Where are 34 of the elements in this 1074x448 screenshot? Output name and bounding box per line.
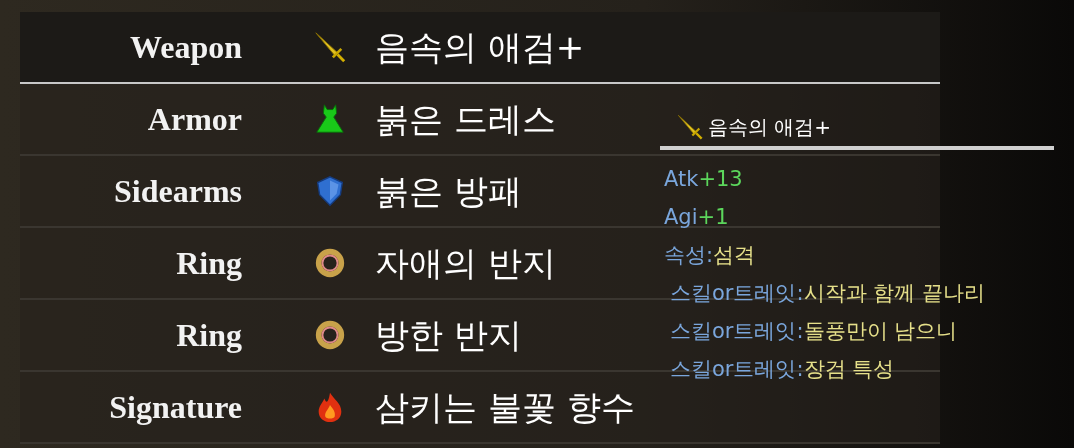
stat-value: +1 xyxy=(697,204,729,231)
stat-value: 장검 특성 xyxy=(803,356,895,383)
slot-label: Weapon xyxy=(128,28,242,67)
stat-value: 시작과 함께 끝나리 xyxy=(803,280,985,307)
item-name: 자애의 반지 xyxy=(375,241,556,285)
stat-value: 돌풍만이 남으니 xyxy=(803,318,958,345)
equipment-slot[interactable]: Ring 자애의 반지 xyxy=(20,228,650,298)
equipment-slot[interactable]: Sidearms 붉은 방패 xyxy=(20,156,650,226)
stat-name: Atk xyxy=(664,166,699,193)
stat-name: Agi xyxy=(664,204,698,231)
stat-name: 속성: xyxy=(664,242,714,269)
stat-name: 스킬or트레잇: xyxy=(670,356,804,383)
equipment-slot[interactable]: Armor 붉은 드레스 xyxy=(20,84,650,154)
tooltip-title: 음속의 애검+ xyxy=(708,114,832,141)
equipment-slot[interactable]: Ring 방한 반지 xyxy=(20,300,650,370)
slot-label: Ring xyxy=(175,316,242,355)
item-name: 음속의 애검+ xyxy=(375,25,585,69)
item-name: 삼키는 불꽃 향수 xyxy=(375,385,635,429)
ring-icon xyxy=(313,318,347,352)
slot-label: Signature xyxy=(108,388,242,427)
stat-value: +13 xyxy=(698,166,743,193)
stat-name: 스킬or트레잇: xyxy=(670,280,804,307)
sword-icon xyxy=(313,30,347,64)
slot-label: Ring xyxy=(175,244,242,283)
sword-icon xyxy=(676,113,704,141)
item-name: 방한 반지 xyxy=(375,313,522,357)
stat-value: 섬격 xyxy=(713,242,756,269)
ring-icon xyxy=(313,246,347,280)
stat-name: 스킬or트레잇: xyxy=(670,318,804,345)
dress-icon xyxy=(313,102,347,136)
item-name: 붉은 드레스 xyxy=(375,97,556,141)
item-name: 붉은 방패 xyxy=(375,169,522,213)
slot-label: Sidearms xyxy=(113,172,242,211)
slot-label: Armor xyxy=(146,100,242,139)
